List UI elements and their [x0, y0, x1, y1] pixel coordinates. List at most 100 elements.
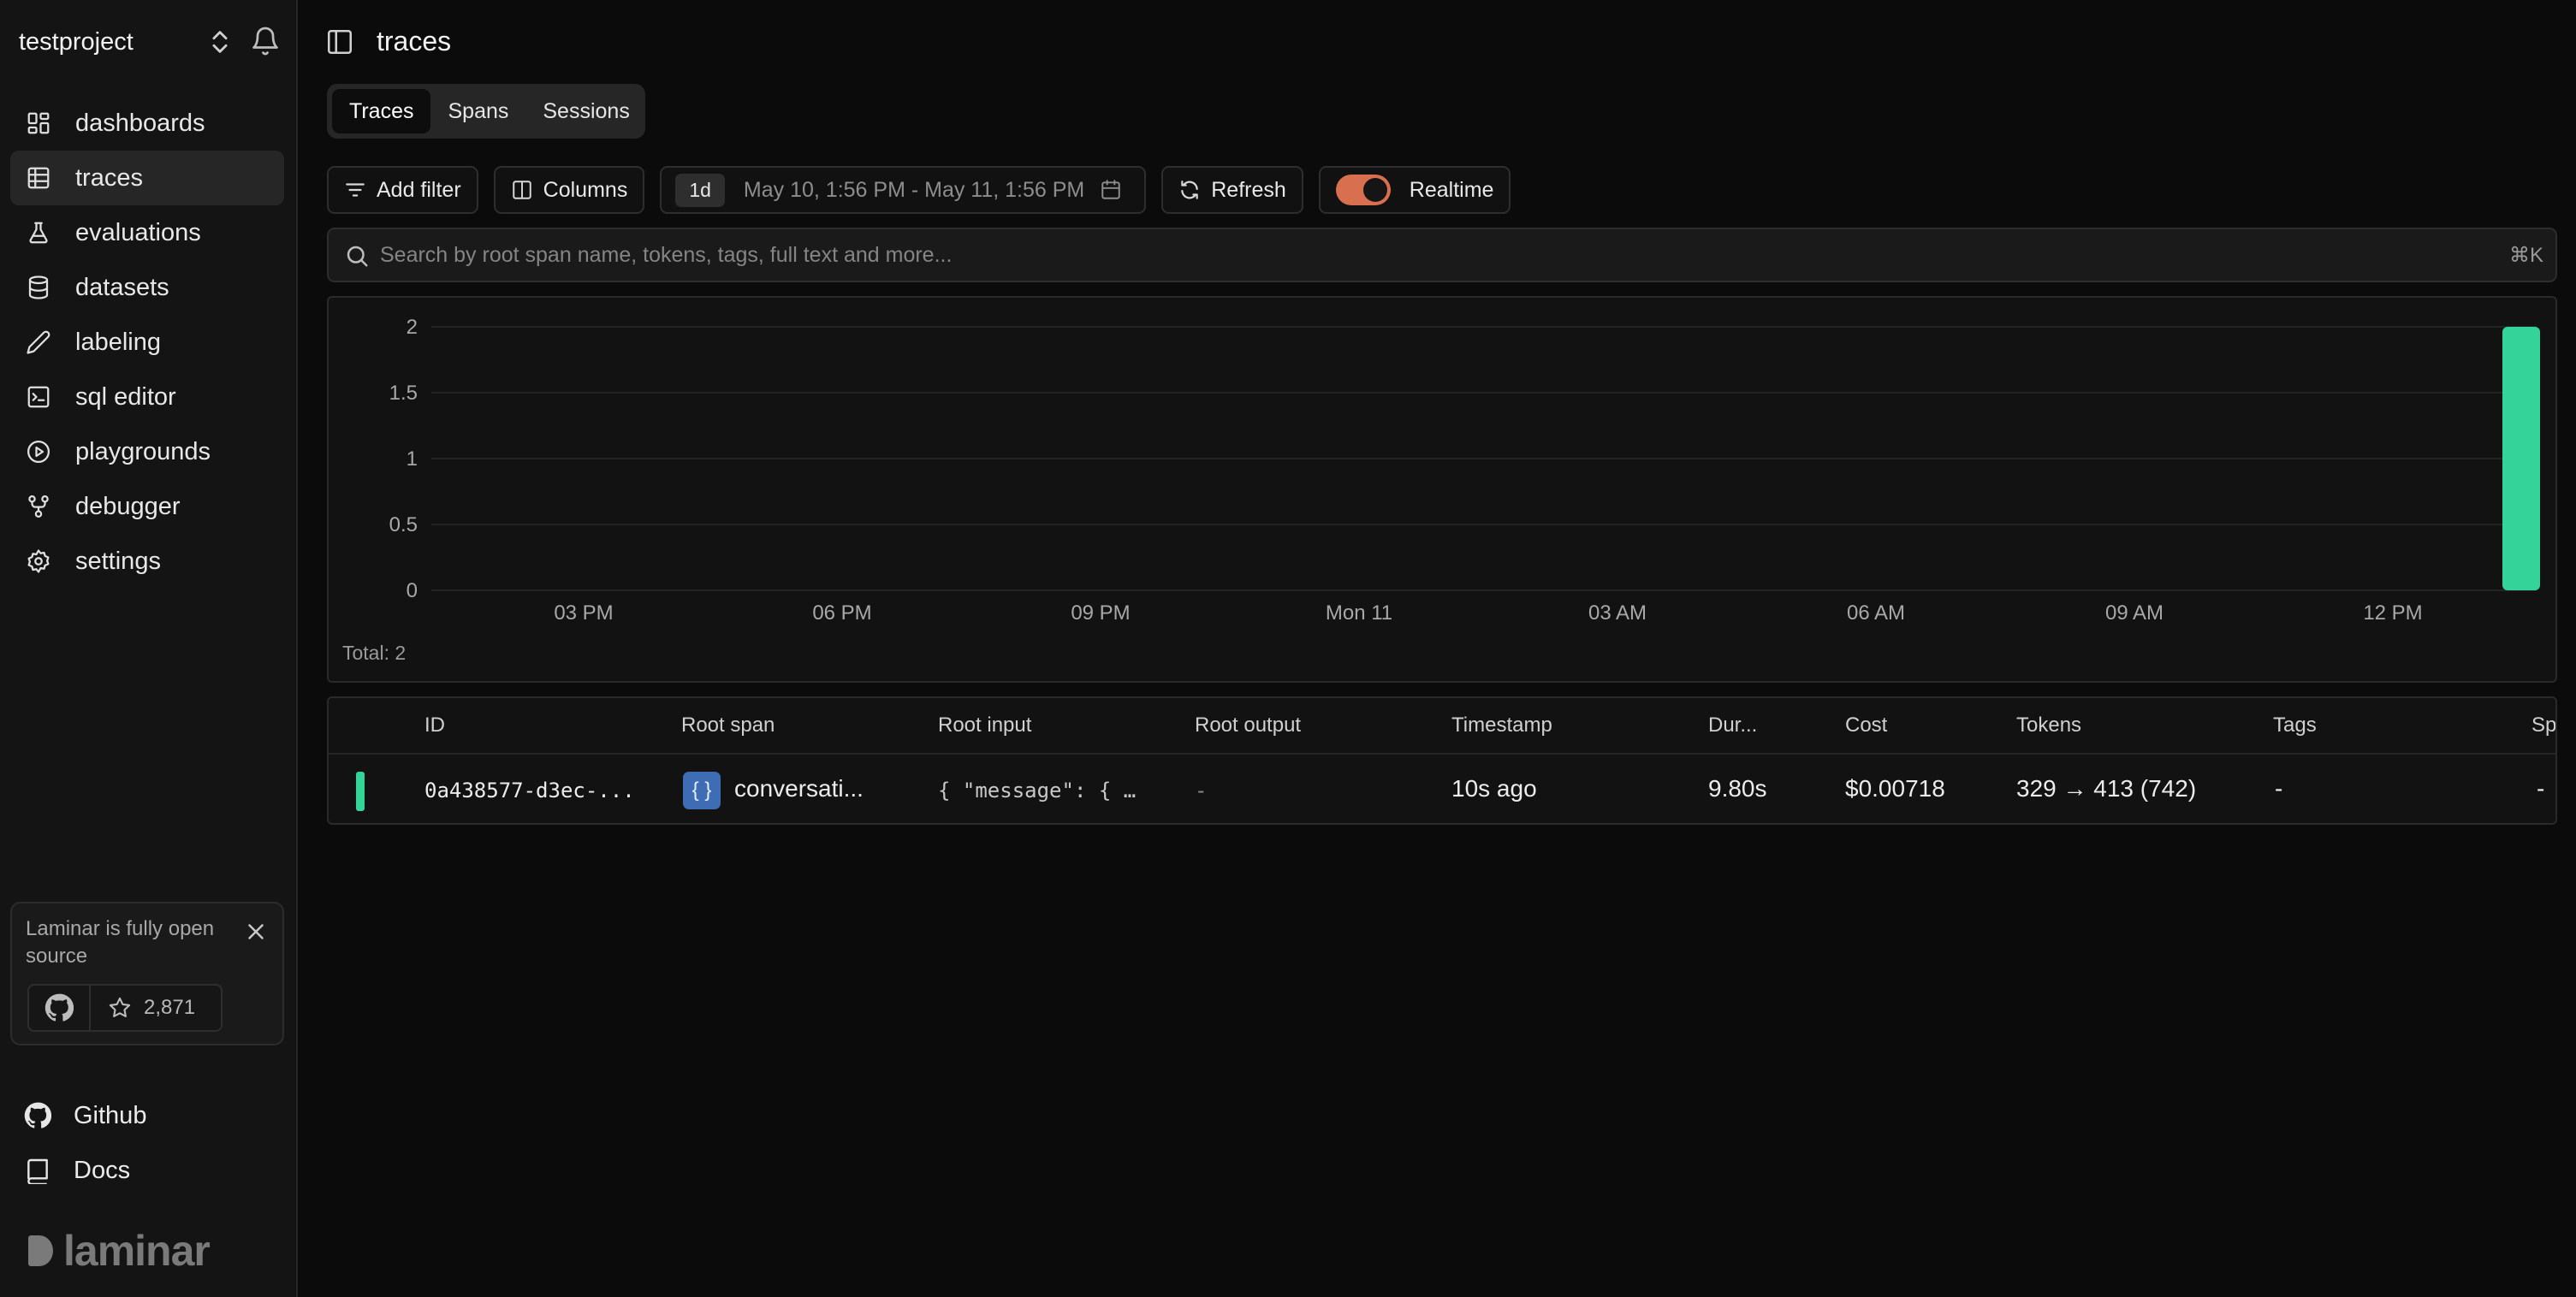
x-tick-label: 03 PM: [554, 601, 613, 625]
chevron-up-down-icon[interactable]: [205, 27, 234, 56]
laminar-logo: laminar: [27, 1225, 211, 1276]
column-header-id[interactable]: ID: [424, 714, 445, 737]
dashboard-icon: [27, 112, 50, 134]
tab-traces[interactable]: Traces: [332, 89, 431, 133]
page-title: traces: [377, 26, 452, 56]
refresh-label: Refresh: [1211, 177, 1286, 202]
star-count: 2,871: [91, 996, 195, 1020]
table-row[interactable]: 0a438577-d3ec-... { } conversati... { "m…: [329, 756, 2555, 823]
traces-table: ID Root span Root input Root output Time…: [327, 696, 2557, 825]
sidebar-item-sql-editor[interactable]: sql editor: [10, 370, 284, 424]
project-name: testproject: [19, 27, 134, 56]
brand-name: laminar: [63, 1227, 211, 1275]
add-filter-button[interactable]: Add filter: [327, 166, 478, 214]
github-icon: [45, 993, 74, 1022]
range-badge: 1d: [675, 173, 725, 207]
search-icon: [347, 246, 368, 267]
laminar-logo-mark: [28, 1235, 53, 1266]
sidebar-toggle-icon[interactable]: [325, 27, 354, 56]
sidebar-item-settings[interactable]: settings: [10, 534, 284, 589]
sidebar-item-label: playgrounds: [75, 437, 211, 465]
docs-link-label: Docs: [74, 1156, 131, 1184]
y-tick-label: 1.5: [389, 382, 418, 405]
sidebar-item-debugger[interactable]: debugger: [10, 479, 284, 534]
open-source-promo-card: Laminar is fully open source 2,871: [10, 902, 284, 1045]
close-icon[interactable]: [243, 919, 269, 945]
x-tick-label: 06 PM: [812, 601, 871, 625]
github-link-label: Github: [74, 1101, 147, 1129]
column-header-timestamp[interactable]: Timestamp: [1451, 714, 1552, 737]
sidebar-item-traces[interactable]: traces: [10, 151, 284, 205]
search-shortcut-hint: ⌘K: [2508, 244, 2543, 267]
traces-histogram: 0 0.5 1 1.5 2 03 PM 06 PM 09 PM Mon 11 03 AM 06 AM…: [389, 316, 2540, 625]
table-header: ID Root span Root input Root output Time…: [329, 698, 2555, 755]
column-header-tags[interactable]: Tags: [2273, 714, 2317, 737]
column-header-duration[interactable]: Dur...: [1708, 714, 1757, 737]
x-tick-label: 12 PM: [2363, 601, 2422, 625]
main-content: traces Traces Spans Sessions Add filter …: [300, 0, 2576, 1297]
play-circle-icon: [27, 441, 50, 463]
star-icon: [109, 997, 131, 1017]
gear-icon: [27, 549, 50, 573]
column-header-root-input[interactable]: Root input: [938, 714, 1031, 737]
tab-sessions[interactable]: Sessions: [525, 89, 646, 133]
realtime-toggle[interactable]: [1335, 175, 1391, 205]
github-star-button[interactable]: 2,871: [27, 984, 223, 1032]
duration: 9.80s: [1708, 775, 1767, 802]
root-input: { "message": { …: [938, 779, 1137, 802]
sidebar-item-label: datasets: [75, 273, 169, 301]
column-header-root-span[interactable]: Root span: [681, 714, 775, 737]
chart-bar: [2502, 327, 2540, 590]
date-range-picker[interactable]: 1d May 10, 1:56 PM - May 11, 1:56 PM: [660, 166, 1147, 214]
project-switcher[interactable]: testproject: [19, 22, 280, 62]
refresh-icon: [1181, 181, 1198, 199]
database-icon: [28, 275, 49, 299]
sp-value: -: [2537, 775, 2545, 802]
columns-icon: [512, 181, 531, 199]
chart-total: Total: 2: [342, 642, 407, 664]
cost: $0.00718: [1845, 775, 1945, 802]
x-tick-label: 06 AM: [1847, 601, 1905, 625]
sidebar-item-playgrounds[interactable]: playgrounds: [10, 424, 284, 479]
refresh-button[interactable]: Refresh: [1161, 166, 1303, 214]
sidebar-item-label: traces: [75, 163, 143, 192]
x-tick-label: Mon 11: [1326, 601, 1392, 625]
sidebar-item-labeling[interactable]: labeling: [10, 315, 284, 370]
sidebar-item-dashboards[interactable]: dashboards: [10, 96, 284, 151]
column-header-root-output[interactable]: Root output: [1195, 714, 1301, 737]
y-tick-label: 0.5: [389, 513, 418, 536]
column-header-cost[interactable]: Cost: [1845, 714, 1887, 737]
docs-nav-link[interactable]: Docs: [10, 1143, 284, 1198]
y-tick-label: 0: [407, 579, 418, 602]
root-span-name: conversati...: [734, 775, 864, 802]
search-bar: ⌘K: [327, 228, 2557, 282]
sidebar-item-label: labeling: [75, 328, 161, 356]
sidebar-item-label: evaluations: [75, 218, 201, 246]
github-link[interactable]: [29, 986, 91, 1030]
tab-spans[interactable]: Spans: [430, 89, 525, 133]
bell-icon[interactable]: [250, 26, 281, 56]
sidebar-item-label: settings: [75, 547, 161, 575]
sidebar-bottom-links: Github Docs: [10, 1088, 284, 1198]
sidebar-item-evaluations[interactable]: evaluations: [10, 205, 284, 260]
sidebar-item-label: debugger: [75, 492, 181, 520]
filter-icon: [346, 183, 365, 197]
realtime-control: Realtime: [1318, 166, 1511, 214]
view-tabs: Traces Spans Sessions: [327, 84, 645, 139]
column-header-tokens[interactable]: Tokens: [2016, 714, 2081, 737]
sidebar: testproject dashboards traces evaluation…: [0, 0, 298, 1297]
x-tick-label: 09 AM: [2105, 601, 2163, 625]
tokens: 329 → 413 (742): [2016, 775, 2197, 802]
date-range-text: May 10, 1:56 PM - May 11, 1:56 PM: [743, 177, 1085, 202]
column-header-sp[interactable]: Sp: [2531, 714, 2555, 737]
columns-button[interactable]: Columns: [493, 166, 645, 214]
realtime-label: Realtime: [1409, 177, 1494, 202]
x-tick-label: 03 AM: [1588, 601, 1647, 625]
github-nav-link[interactable]: Github: [10, 1088, 284, 1143]
sidebar-item-datasets[interactable]: datasets: [10, 260, 284, 315]
calendar-icon: [1101, 180, 1120, 199]
x-tick-label: 09 PM: [1071, 601, 1130, 625]
status-indicator: [356, 772, 365, 811]
search-input[interactable]: [380, 238, 2434, 272]
promo-text: Laminar is fully open source: [26, 917, 215, 968]
